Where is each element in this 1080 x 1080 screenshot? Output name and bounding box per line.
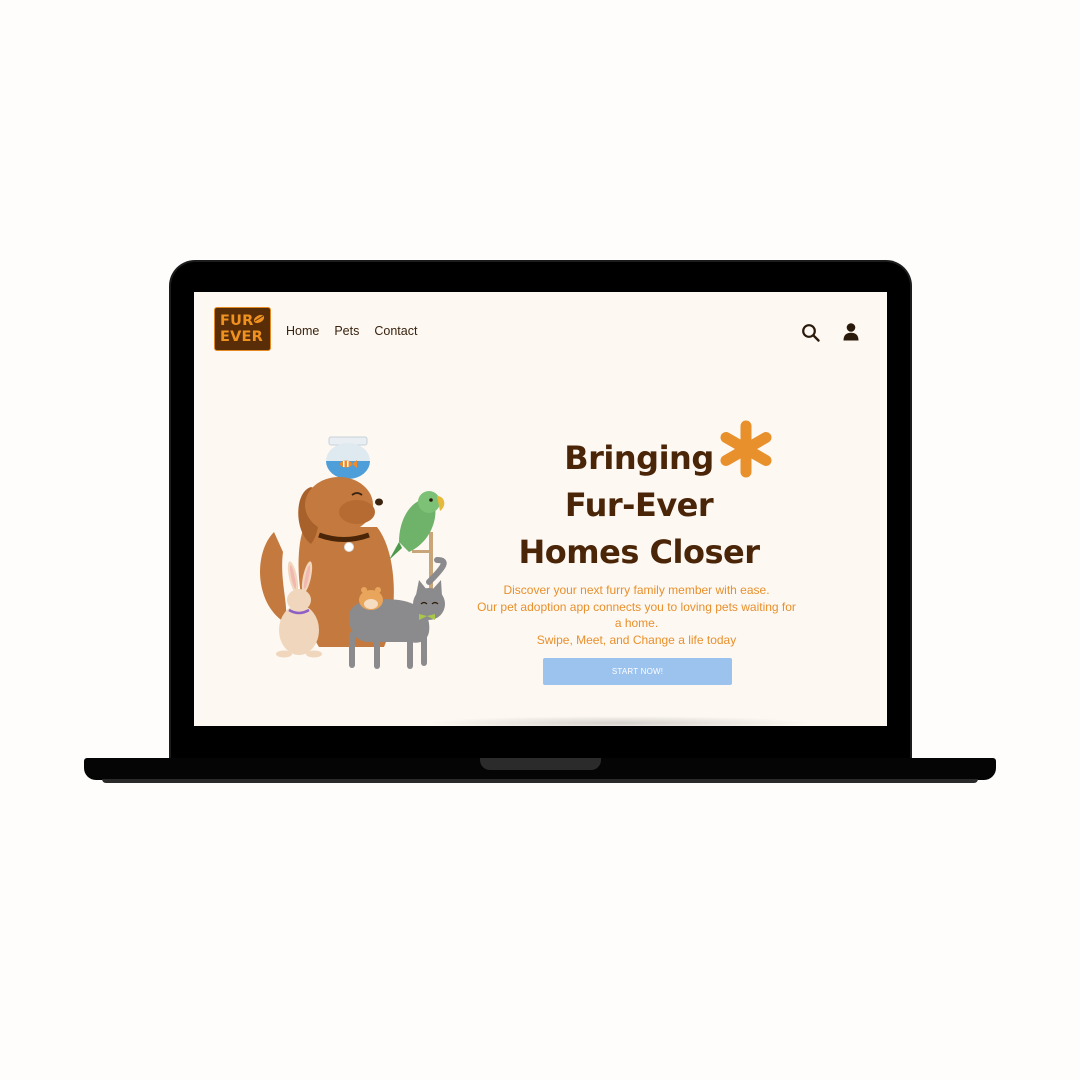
paw-icon: [253, 314, 265, 324]
nav-home[interactable]: Home: [286, 324, 319, 338]
main-nav: Home Pets Contact: [286, 324, 417, 338]
laptop-notch: [480, 758, 601, 770]
content-shadow: [424, 716, 814, 726]
laptop-screen: FUR EVER Home Pets Contact Bringing Fur-…: [194, 292, 887, 726]
hero-description: Discover your next furry family member w…: [459, 582, 814, 648]
furever-logo[interactable]: FUR EVER: [214, 307, 271, 351]
start-now-button[interactable]: START NOW!: [543, 658, 732, 685]
parrot-icon: [389, 491, 445, 560]
search-icon[interactable]: [801, 323, 821, 343]
pets-illustration: [260, 436, 447, 669]
hero-desc-line3: a home.: [614, 616, 659, 630]
nav-pets[interactable]: Pets: [334, 324, 359, 338]
laptop-base-lip: [102, 779, 978, 783]
dog-tail: [260, 532, 287, 622]
fishbowl-icon: [326, 436, 370, 479]
user-icon[interactable]: [841, 322, 861, 342]
asterisk-decoration-icon: [720, 420, 772, 478]
hero-desc-line4: Swipe, Meet, and Change a life today: [536, 632, 737, 647]
nav-contact[interactable]: Contact: [374, 324, 417, 338]
hero-desc-line1: Discover your next furry family member w…: [503, 583, 770, 597]
hero-desc-line2: Our pet adoption app connects you to lov…: [477, 599, 796, 614]
hero-title-line2: Fur-Ever: [564, 486, 714, 524]
hero-title-line3: Homes Closer: [518, 533, 760, 571]
logo-text-line2: EVER: [220, 329, 263, 345]
